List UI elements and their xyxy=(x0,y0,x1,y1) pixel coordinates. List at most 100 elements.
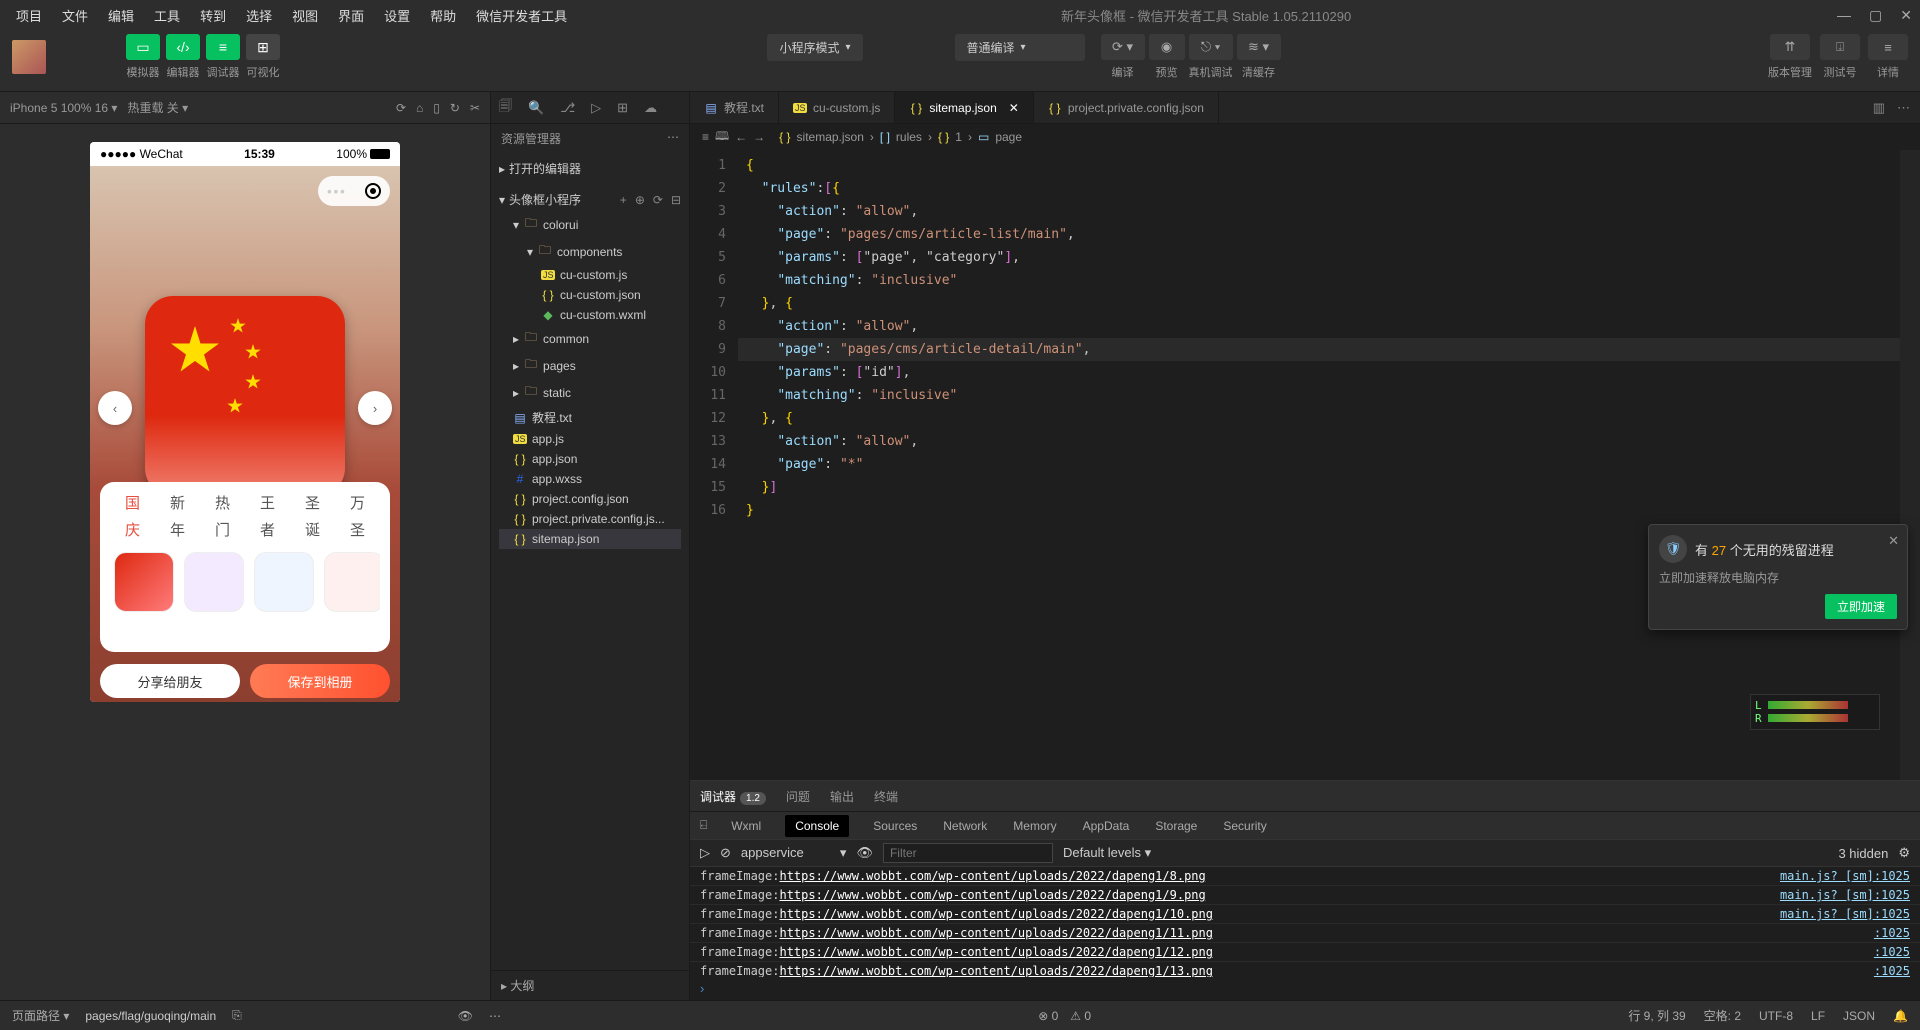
folder-item[interactable]: ▾ 🗀components xyxy=(499,238,681,265)
category-item[interactable]: 王者 xyxy=(260,492,275,540)
accelerate-button[interactable]: 立即加速 xyxy=(1825,594,1897,619)
devtool-tab-console[interactable]: Console xyxy=(785,815,849,837)
file-item[interactable]: { }project.config.json xyxy=(499,489,681,509)
category-item[interactable]: 热门 xyxy=(215,492,230,540)
save-button[interactable]: 保存到相册 xyxy=(250,664,390,698)
devtool-tab-network[interactable]: Network xyxy=(941,815,989,837)
minimap[interactable] xyxy=(1900,150,1920,780)
context-dropdown[interactable]: appservice ▾ xyxy=(741,845,847,861)
collapse-icon[interactable]: ⊟ xyxy=(671,193,681,207)
devtool-tab-memory[interactable]: Memory xyxy=(1011,815,1058,837)
editor-tab[interactable]: JS cu-custom.js xyxy=(779,92,895,123)
maximize-button[interactable]: ▢ xyxy=(1869,7,1882,24)
breadcrumb[interactable]: ≡ 🕮 ← → { } sitemap.json › [ ] rules › {… xyxy=(690,124,1920,150)
test-button[interactable]: ⍗ xyxy=(1820,34,1860,60)
menu-工具[interactable]: 工具 xyxy=(146,2,188,29)
cut-icon[interactable]: ✂ xyxy=(470,101,480,115)
menu-界面[interactable]: 界面 xyxy=(330,2,372,29)
more-status-icon[interactable]: ⋯ xyxy=(489,1009,501,1023)
hidden-count[interactable]: 3 hidden xyxy=(1838,846,1888,861)
folder-item[interactable]: ▸ 🗀pages xyxy=(499,352,681,379)
file-item[interactable]: { }project.private.config.js... xyxy=(499,509,681,529)
folder-item[interactable]: ▸ 🗀common xyxy=(499,325,681,352)
menu-编辑[interactable]: 编辑 xyxy=(100,2,142,29)
editor-tab[interactable]: ▤ 教程.txt xyxy=(690,92,779,123)
problems-tab[interactable]: 问题 xyxy=(786,788,810,805)
compile-button[interactable]: ⟳ ▾ xyxy=(1101,34,1145,60)
menu-视图[interactable]: 视图 xyxy=(284,2,326,29)
category-item[interactable]: 新年 xyxy=(170,492,185,540)
menu-项目[interactable]: 项目 xyxy=(8,2,50,29)
devtool-tab-security[interactable]: Security xyxy=(1221,815,1268,837)
code-editor[interactable]: 12345678910111213141516 { "rules":[{ "ac… xyxy=(690,150,1920,780)
frame-thumb[interactable] xyxy=(184,552,244,612)
file-item[interactable]: #app.wxss xyxy=(499,469,681,489)
opened-editors-section[interactable]: ▸ 打开的编辑器 xyxy=(499,157,681,180)
console-log-line[interactable]: frameImage:https://www.wobbt.com/wp-cont… xyxy=(690,905,1920,924)
debug-icon[interactable]: ▷ xyxy=(591,100,601,116)
hot-reload-selector[interactable]: 热重载 关 ▾ xyxy=(127,99,188,116)
outline-section[interactable]: ▸ 大纲 xyxy=(491,970,689,1000)
language-selector[interactable]: JSON xyxy=(1843,1009,1875,1023)
visual-toggle[interactable]: ⊞ xyxy=(246,34,280,60)
console-log-line[interactable]: frameImage:https://www.wobbt.com/wp-cont… xyxy=(690,924,1920,943)
debugger-toggle[interactable]: ≡ xyxy=(206,34,240,60)
list-icon[interactable]: ≡ xyxy=(702,130,709,144)
file-item[interactable]: { }cu-custom.json xyxy=(499,285,681,305)
menu-微信开发者工具[interactable]: 微信开发者工具 xyxy=(468,2,575,29)
simulator-toggle[interactable]: ▭ xyxy=(126,34,160,60)
cloud-icon[interactable]: ☁ xyxy=(644,100,657,116)
console-log-line[interactable]: frameImage:https://www.wobbt.com/wp-cont… xyxy=(690,886,1920,905)
preview-button[interactable]: ◉ xyxy=(1149,34,1185,60)
inspect-icon[interactable]: ⍇ xyxy=(700,818,707,833)
clear-cache-button[interactable]: ≋ ▾ xyxy=(1237,34,1281,60)
refresh-tree-icon[interactable]: ⟳ xyxy=(653,193,663,207)
output-tab[interactable]: 输出 xyxy=(830,788,854,805)
more-icon[interactable]: ⋯ xyxy=(667,130,679,147)
console-log-line[interactable]: frameImage:https://www.wobbt.com/wp-cont… xyxy=(690,943,1920,962)
menu-文件[interactable]: 文件 xyxy=(54,2,96,29)
debugger-tab[interactable]: 调试器1.2 xyxy=(700,788,766,805)
notification-close-icon[interactable]: ✕ xyxy=(1888,533,1899,549)
mute-icon[interactable]: ▯ xyxy=(433,101,440,115)
compile-dropdown[interactable]: 普通编译 xyxy=(955,34,1085,61)
file-item[interactable]: { }sitemap.json xyxy=(499,529,681,549)
console-prompt[interactable]: › xyxy=(690,977,1920,1000)
more-tabs-icon[interactable]: ⋯ xyxy=(1897,100,1910,116)
devtool-tab-appdata[interactable]: AppData xyxy=(1081,815,1132,837)
menu-icon[interactable]: ••• xyxy=(327,184,347,199)
console-log-line[interactable]: frameImage:https://www.wobbt.com/wp-cont… xyxy=(690,867,1920,886)
menu-转到[interactable]: 转到 xyxy=(192,2,234,29)
device-selector[interactable]: iPhone 5 100% 16 ▾ xyxy=(10,101,117,115)
page-path-label[interactable]: 页面路径 ▾ xyxy=(12,1007,69,1024)
files-icon[interactable]: 🗐 xyxy=(499,97,512,119)
levels-dropdown[interactable]: Default levels ▾ xyxy=(1063,845,1151,861)
detail-button[interactable]: ≡ xyxy=(1868,34,1908,60)
mode-dropdown[interactable]: 小程序模式 xyxy=(767,34,862,61)
encoding-selector[interactable]: UTF-8 xyxy=(1759,1009,1793,1023)
frame-thumb[interactable] xyxy=(254,552,314,612)
close-button[interactable]: ✕ xyxy=(1900,7,1912,24)
ext-icon[interactable]: ⊞ xyxy=(617,100,628,116)
bookmark-icon[interactable]: 🕮 xyxy=(715,127,729,148)
share-button[interactable]: 分享给朋友 xyxy=(100,664,240,698)
editor-toggle[interactable]: ‹/› xyxy=(166,34,200,60)
play-icon[interactable]: ▷ xyxy=(700,845,710,861)
frame-thumb[interactable] xyxy=(324,552,380,612)
new-file-icon[interactable]: + xyxy=(620,193,627,207)
clear-icon[interactable]: ⊘ xyxy=(720,845,731,861)
file-item[interactable]: { }app.json xyxy=(499,449,681,469)
errors-badge[interactable]: ⊗ 0 xyxy=(1038,1009,1058,1023)
devtool-tab-sources[interactable]: Sources xyxy=(871,815,919,837)
file-item[interactable]: JScu-custom.js xyxy=(499,265,681,285)
project-section[interactable]: ▾ 头像框小程序 + ⊕ ⟳ ⊟ xyxy=(499,188,681,211)
search-icon[interactable]: 🔍 xyxy=(528,100,544,116)
folder-item[interactable]: ▾ 🗀colorui xyxy=(499,211,681,238)
category-item[interactable]: 万圣 xyxy=(350,492,365,540)
warnings-badge[interactable]: ⚠ 0 xyxy=(1070,1009,1091,1023)
eol-selector[interactable]: LF xyxy=(1811,1009,1825,1023)
devtool-tab-storage[interactable]: Storage xyxy=(1153,815,1199,837)
eye-icon[interactable]: 👁 xyxy=(856,845,873,861)
menu-选择[interactable]: 选择 xyxy=(238,2,280,29)
close-mini-icon[interactable] xyxy=(365,183,381,199)
